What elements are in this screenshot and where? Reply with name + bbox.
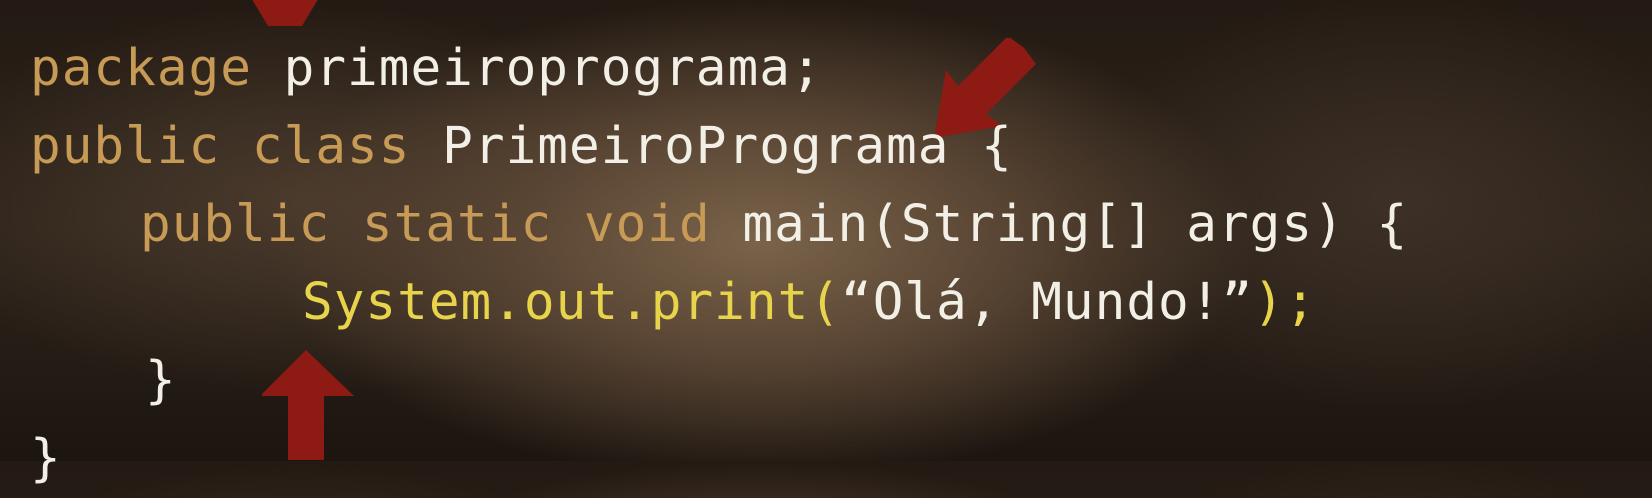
main-signature: main(String[] args) {: [710, 195, 1409, 254]
print-close: );: [1253, 273, 1317, 332]
slide: { "code": { "line1": {"kw": "package", "…: [0, 0, 1652, 488]
class-name: PrimeiroPrograma: [410, 117, 950, 176]
method-close-brace: }: [145, 351, 177, 410]
code-line-package: package primeiroprograma;: [30, 30, 1408, 108]
code-line-print: System.out.print(“Olá, Mundo!”);: [30, 264, 1408, 342]
class-close-brace: }: [30, 429, 62, 488]
package-name: primeiroprograma;: [251, 39, 823, 98]
string-literal: “Olá, Mundo!”: [840, 273, 1254, 332]
keyword-public-static-void: public static void: [140, 195, 711, 254]
code-block: package primeiroprograma; public class P…: [30, 30, 1408, 498]
code-line-method-close: }: [30, 342, 1408, 420]
code-line-main: public static void main(String[] args) {: [30, 186, 1408, 264]
system-out-print: System.out.print(: [302, 273, 841, 332]
class-open-brace: {: [949, 117, 1013, 176]
keyword-public-class: public class: [30, 117, 411, 176]
code-line-class: public class PrimeiroPrograma {: [30, 108, 1408, 186]
keyword-package: package: [30, 39, 252, 98]
code-line-class-close: }: [30, 420, 1408, 498]
